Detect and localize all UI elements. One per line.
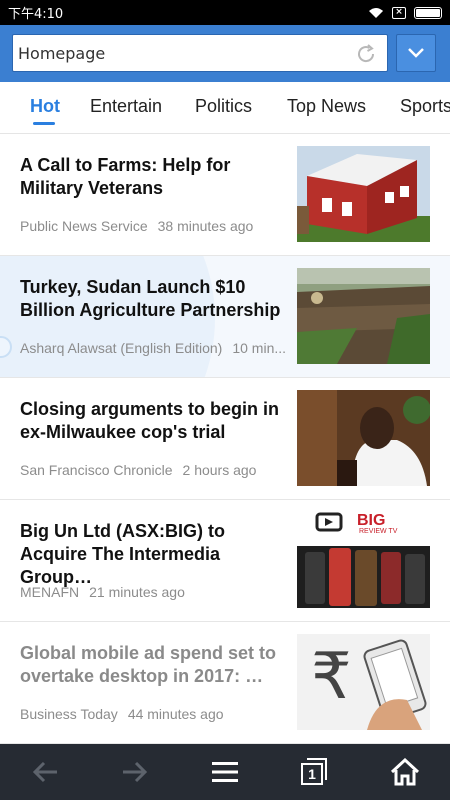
article-meta: Public News Service 38 minutes ago xyxy=(20,218,288,234)
dropdown-button[interactable] xyxy=(396,34,436,72)
back-arrow-icon xyxy=(32,761,57,783)
back-button[interactable] xyxy=(15,744,75,800)
article-thumbnail-barn xyxy=(297,146,430,242)
thumb-rupee-symbol: ₹ xyxy=(311,640,352,714)
tab-count: 1 xyxy=(301,763,323,785)
article-meta: MENAFN 21 minutes ago xyxy=(20,584,288,600)
article-meta: Business Today 44 minutes ago xyxy=(20,706,288,722)
article-time: 44 minutes ago xyxy=(127,706,224,722)
article-headline: A Call to Farms: Help for Military Veter… xyxy=(20,155,231,198)
forward-button[interactable] xyxy=(105,744,165,800)
news-feed: A Call to Farms: Help for Military Veter… xyxy=(0,134,450,744)
sim-icon: × xyxy=(392,6,406,19)
article-source: San Francisco Chronicle xyxy=(20,462,173,478)
article-headline: Big Un Ltd (ASX:BIG) to Acquire The Inte… xyxy=(20,521,225,587)
battery-level xyxy=(416,8,440,17)
article-source: MENAFN xyxy=(20,584,80,600)
article-thumbnail-rupee-phone: ₹ xyxy=(297,634,430,730)
bottom-navigation: 1 xyxy=(0,744,450,800)
battery-icon xyxy=(414,6,442,19)
article-card[interactable]: Global mobile ad spend set to overtake d… xyxy=(0,622,450,744)
article-thumbnail-courtroom xyxy=(297,390,430,486)
article-headline: Turkey, Sudan Launch $10 Billion Agricul… xyxy=(20,277,281,320)
article-time: 2 hours ago xyxy=(182,462,257,478)
status-bar: 下午4:10 × xyxy=(0,0,450,25)
tab-top-news[interactable]: Top News xyxy=(287,96,366,117)
article-card[interactable]: A Call to Farms: Help for Military Veter… xyxy=(0,134,450,256)
article-time: 21 minutes ago xyxy=(89,584,185,600)
tab-hot[interactable]: Hot xyxy=(30,96,60,117)
tab-sports[interactable]: Sports xyxy=(400,96,450,117)
home-icon xyxy=(390,758,420,786)
wifi-icon xyxy=(369,7,383,18)
menu-icon xyxy=(212,762,238,782)
article-source: Business Today xyxy=(20,706,118,722)
chevron-down-icon xyxy=(408,48,424,58)
article-source: Asharq Alawsat (English Edition) xyxy=(20,340,223,356)
article-thumbnail-big-review-tv: BIG REVIEW TV xyxy=(297,512,430,608)
article-meta: San Francisco Chronicle 2 hours ago xyxy=(20,462,288,478)
article-time: 10 min... xyxy=(232,340,287,356)
category-tabs: Hot Entertain Politics Top News Sports xyxy=(0,82,450,134)
tab-entertain[interactable]: Entertain xyxy=(90,96,162,117)
article-time: 38 minutes ago xyxy=(157,218,254,234)
article-card[interactable]: Turkey, Sudan Launch $10 Billion Agricul… xyxy=(0,256,450,378)
tabs-icon: 1 xyxy=(301,758,329,786)
thumb-brand-subtext: REVIEW TV xyxy=(359,528,398,535)
status-time: 下午4:10 xyxy=(8,7,64,22)
address-bar[interactable] xyxy=(12,34,388,72)
article-headline: Closing arguments to begin in ex-Milwauk… xyxy=(20,399,280,442)
browser-toolbar xyxy=(0,25,450,82)
article-card[interactable]: Big Un Ltd (ASX:BIG) to Acquire The Inte… xyxy=(0,500,450,622)
article-card[interactable]: Closing arguments to begin in ex-Milwauk… xyxy=(0,378,450,500)
article-thumbnail-field xyxy=(297,268,430,364)
active-tab-indicator xyxy=(33,122,55,125)
article-headline: Global mobile ad spend set to overtake d… xyxy=(20,643,277,686)
article-meta: Asharq Alawsat (English Edition) 10 min..… xyxy=(20,340,288,356)
forward-arrow-icon xyxy=(123,761,148,783)
menu-button[interactable] xyxy=(195,744,255,800)
address-input[interactable] xyxy=(13,43,333,63)
article-source: Public News Service xyxy=(20,218,148,234)
status-icons: × xyxy=(368,6,442,19)
tabs-button[interactable]: 1 xyxy=(285,744,345,800)
home-button[interactable] xyxy=(375,744,435,800)
tab-politics[interactable]: Politics xyxy=(195,96,252,117)
refresh-icon[interactable] xyxy=(355,43,377,65)
